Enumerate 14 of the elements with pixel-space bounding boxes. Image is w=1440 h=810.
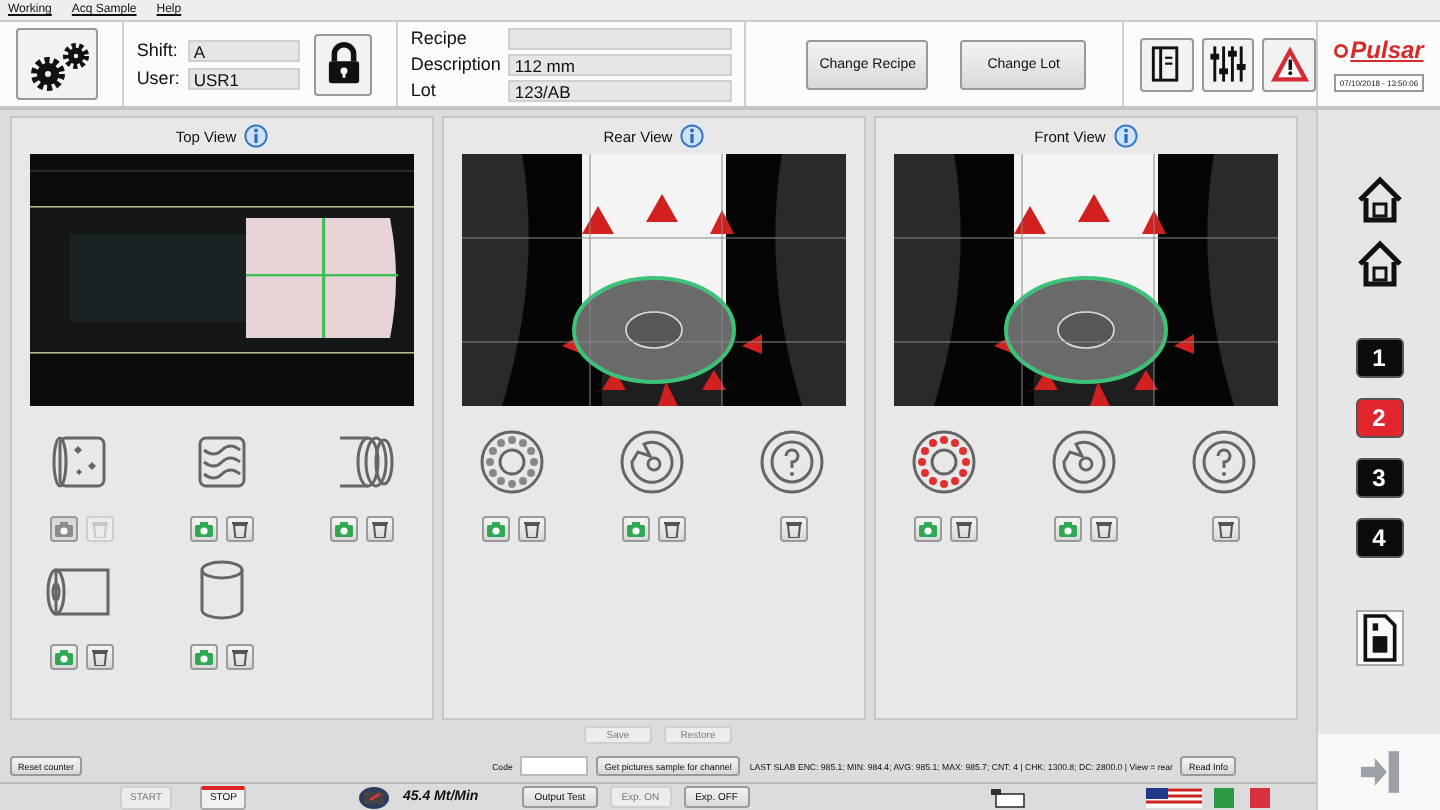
shift-label: Shift: bbox=[136, 40, 180, 60]
description-field: 112 mm bbox=[508, 53, 733, 75]
channel-button[interactable]: 3 bbox=[1355, 458, 1403, 498]
channel-button[interactable]: 4 bbox=[1355, 518, 1403, 558]
channel-button[interactable]: 1 bbox=[1355, 338, 1403, 378]
shift-field: A bbox=[187, 39, 300, 61]
user-field: USR1 bbox=[187, 67, 300, 89]
channel-button[interactable]: 2 bbox=[1355, 398, 1403, 438]
user-label: User: bbox=[136, 68, 180, 88]
lot-field: 123/AB bbox=[508, 79, 733, 101]
recipe-label: Recipe bbox=[410, 28, 469, 48]
logo: Pulsar bbox=[1350, 36, 1424, 64]
description-label: Description bbox=[410, 54, 501, 74]
lot-label: Lot bbox=[410, 80, 438, 100]
